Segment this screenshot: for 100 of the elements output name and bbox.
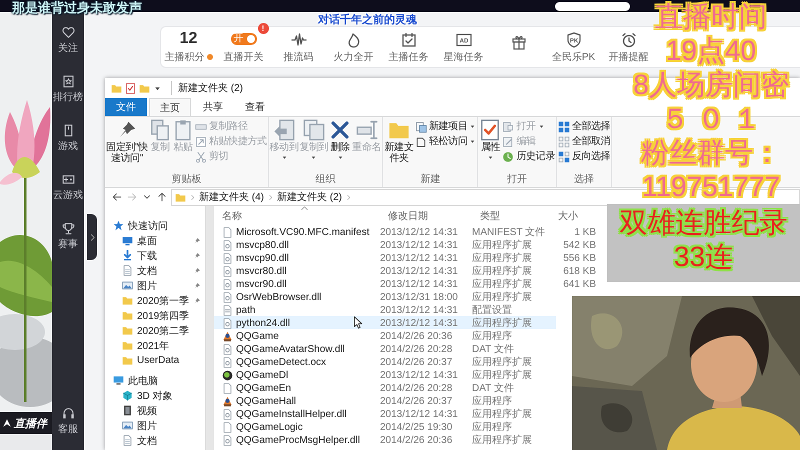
sidebar-item[interactable]: 游戏 [58,124,78,153]
invert-grid-icon [558,150,570,162]
group-label: 新建 [420,174,440,187]
date-cell-text: 2014/2/26 20:36 [380,434,454,446]
group-label: 选择 [574,174,594,187]
ribbon-button[interactable]: 轻松访问 [415,135,476,148]
file-row[interactable]: msvcp90.dll 2013/12/12 14:31 应用程序扩展 556 KB [214,251,596,264]
ribbon-tab[interactable]: 共享 [193,98,233,116]
type-cell-text: 应用程序扩展 [472,290,533,304]
gear-file-icon [222,434,233,446]
file-row[interactable]: QQGameDetect.ocx 2014/2/26 20:37 应用程序扩展 [214,355,556,368]
gear-file-icon [222,318,233,328]
file-row[interactable]: QQGame 2014/2/26 20:36 应用程序 [214,329,556,342]
sidebar-item[interactable]: 排行榜 [53,75,83,104]
sidebar-item[interactable]: 赛事 [58,222,78,251]
file-row[interactable]: Microsoft.VC90.MFC.manifest 2013/12/12 14:31 MANIFEST 文件 1 KB [214,225,596,238]
file-row[interactable]: msvcr80.dll 2013/12/12 14:31 应用程序扩展 618 KB [214,264,596,277]
file-row[interactable]: msvcr90.dll 2013/12/12 14:31 应用程序扩展 641 KB [214,277,596,290]
ribbon-button[interactable]: 删除 [329,119,352,161]
folder-icon [122,325,133,336]
breadcrumb[interactable]: 新建文件夹 (4) [199,190,264,204]
stat-action[interactable]: 开播提醒 [608,32,648,64]
file-row[interactable]: OsrWebBrowser.dll 2013/12/31 18:00 应用程序扩展 [214,290,556,303]
ribbon-button[interactable]: 属性 [479,119,502,161]
file-row[interactable]: QQGameLogic 2014/2/25 19:30 应用程序 [214,420,556,433]
stream-info-text: 粉丝群号： [641,136,781,170]
sidebar-item[interactable]: 关注 [58,26,78,55]
column-header[interactable]: 名称 [214,208,380,222]
column-header[interactable]: 大小 [556,208,596,222]
size-cell-text: 618 KB [562,266,596,276]
rename-icon [356,119,378,141]
scrollbar[interactable] [205,206,214,450]
search-field[interactable] [555,2,630,10]
file-row[interactable]: QQGameInstallHelper.dll 2013/12/12 14:31 应用程序扩展 [214,407,556,420]
ribbon-button[interactable]: 新建文件夹 [384,119,414,164]
nav-item[interactable]: 此电脑 [105,373,206,388]
history-icon [502,150,514,162]
type-cell-text: MANIFEST 文件 [472,226,546,239]
date-cell-text: 2013/12/12 14:31 [380,304,459,316]
nav-item[interactable]: 2021年 [105,338,206,353]
stat-action[interactable]: 主播任务 [388,32,428,64]
file-row[interactable]: path 2013/12/12 14:31 配置设置 [214,303,556,316]
file-row[interactable]: QQGameProcMsgHelper.dll 2014/2/26 20:36 应用程序扩展 [214,433,556,446]
file-name: OsrWebBrowser.dll [236,292,322,302]
nav-item[interactable]: 视频 [105,403,206,418]
type-cell-text: 应用程序扩展 [472,252,533,265]
stat-action[interactable]: 火力全开 [334,32,374,64]
ribbon-button[interactable]: 全部取消 [558,135,610,148]
group-label: 剪贴板 [171,174,202,187]
cube-icon [122,390,133,401]
ribbon-button[interactable]: 全部选择 [558,120,610,133]
ribbon-tab[interactable]: 主页 [149,98,191,116]
ribbon-button[interactable]: 新建项目 [415,120,476,133]
nav-item[interactable]: 2020第二季 [105,323,206,338]
file-row[interactable]: msvcp80.dll 2013/12/12 14:31 应用程序扩展 542 KB [214,238,596,251]
ribbon-button[interactable]: 反向选择 [558,150,610,163]
nav-item[interactable]: 快速访问 [105,218,206,233]
file-row[interactable]: QQGameEn 2014/2/26 20:28 DAT 文件 [214,381,556,394]
sidebar-item[interactable]: 云游戏 [53,173,83,202]
ribbon-button[interactable]: 历史记录 [502,150,555,163]
gift-icon [510,34,526,50]
up-arrow-icon [157,192,167,202]
file-menu-tab[interactable]: 文件 [105,98,147,116]
column-header[interactable]: 修改日期 [380,208,472,222]
file-row[interactable]: QQGameAvatarShow.dll 2014/2/26 20:28 DAT 文件 [214,342,556,355]
folder-icon [175,192,186,202]
mouse-icon [62,124,74,137]
ribbon-button[interactable]: 固定到"快速访问" [106,119,148,164]
breadcrumb[interactable]: 新建文件夹 (2) [277,190,342,204]
delete-icon [329,119,352,141]
sidebar-item[interactable]: 客服 [58,407,78,436]
type-cell-text: 应用程序扩展 [472,368,533,382]
nav-item[interactable]: UserData [105,353,206,368]
nav-item[interactable]: 桌面 [105,233,206,248]
type-cell-text: 配置设置 [472,304,513,317]
nav-item[interactable]: 2019第四季 [105,308,206,323]
sort-caret-icon [300,204,309,213]
ribbon-tab[interactable]: 查看 [235,98,275,116]
date-cell-text: 2013/12/12 14:31 [380,278,459,290]
date-cell-text: 2014/2/26 20:37 [380,396,454,406]
nav-item[interactable]: 2020第一季 [105,293,206,308]
file-row[interactable]: QQGameHall 2014/2/26 20:37 应用程序 [214,394,556,407]
date-cell-text: 2013/12/12 14:31 [380,370,459,380]
stat-action[interactable]: 推流码 [284,32,314,64]
type-cell-text: 应用程序扩展 [472,264,533,278]
nav-item[interactable]: 文档 [105,263,206,278]
file-row[interactable]: python24.dll 2013/12/12 14:31 应用程序扩展 [214,316,556,329]
nav-button[interactable] [156,190,168,204]
file-row[interactable]: QQGameDl 2013/12/12 14:31 应用程序扩展 [214,368,556,381]
nav-item[interactable]: 图片 [105,418,206,433]
score-value: 12 [180,30,198,48]
nav-item[interactable]: 下载 [105,248,206,263]
caret-icon [469,123,476,130]
nav-item[interactable]: 3D 对象 [105,388,206,403]
column-header[interactable]: 类型 [472,208,556,222]
nav-item[interactable]: 文档 [105,433,206,448]
open-icon [502,120,514,132]
app-icon [222,330,233,342]
nav-item[interactable]: 图片 [105,278,206,293]
expand-handle[interactable] [87,214,97,260]
